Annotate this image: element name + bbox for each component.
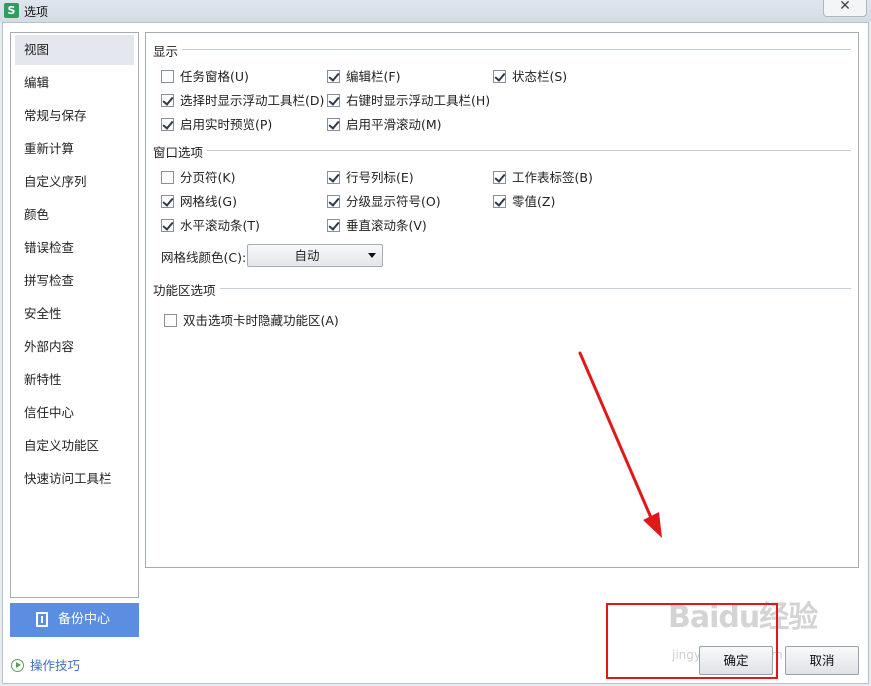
annotation-arrow xyxy=(578,351,662,538)
annotation-arrow-shaft xyxy=(578,351,654,522)
annotation-arrow-head xyxy=(643,512,662,538)
